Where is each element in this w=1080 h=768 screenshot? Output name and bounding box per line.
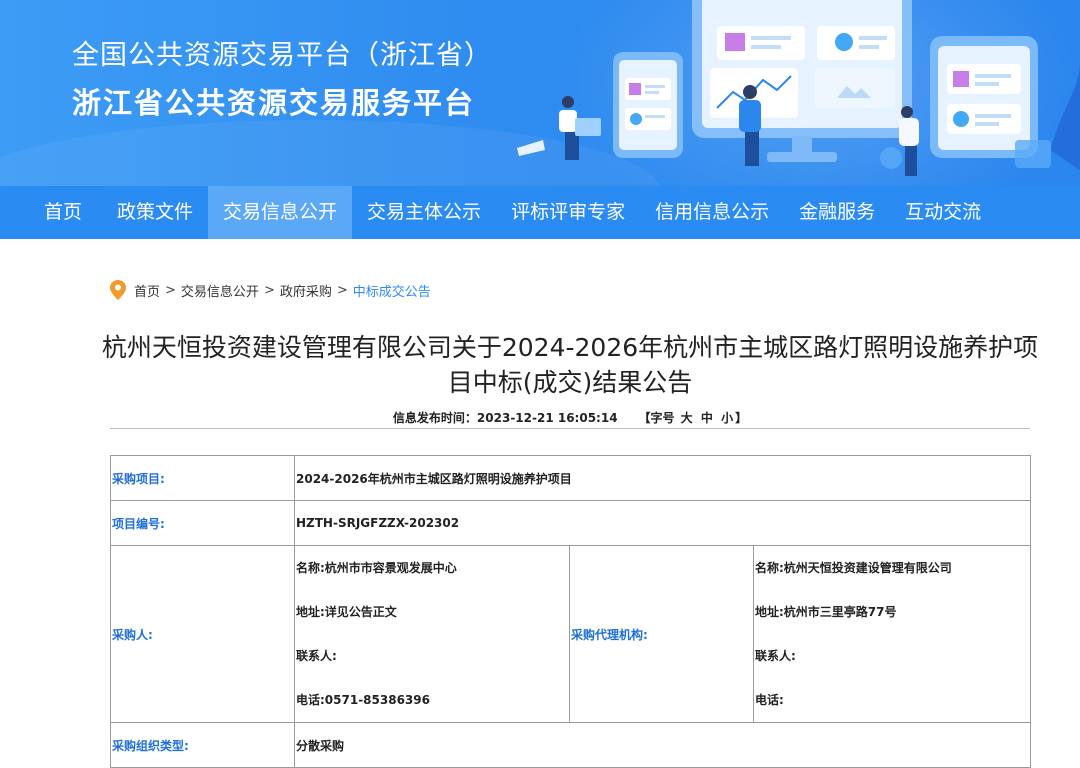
agency-label: 采购代理机构: [569, 545, 754, 723]
header-banner: 全国公共资源交易平台（浙江省） 浙江省公共资源交易服务平台 [0, 0, 1080, 186]
breadcrumb-separator: > [336, 282, 348, 298]
breadcrumb: 首页 > 交易信息公开 > 政府采购 > 中标成交公告 [110, 280, 431, 300]
font-size-small-button[interactable]: 小 [721, 411, 733, 425]
agency-address: 地址:杭州市三里亭路77号 [755, 605, 897, 619]
agency-phone: 电话: [755, 693, 784, 707]
site-title-provincial: 浙江省公共资源交易服务平台 [72, 86, 476, 120]
main-nav: 首页 政策文件 交易信息公开 交易主体公示 评标评审专家 信用信息公示 金融服务… [0, 186, 1080, 239]
table-row-project: 采购项目: 2024-2026年杭州市主城区路灯照明设施养护项目 [110, 455, 1031, 501]
org-type-label: 采购组织类型: [110, 722, 295, 768]
article-meta: 信息发布时间：2023-12-21 16:05:14 【字号 大 中 小】 [110, 409, 1030, 426]
location-pin-icon [110, 280, 126, 300]
font-size-medium-button[interactable]: 中 [701, 411, 713, 425]
nav-item-evaluation-experts[interactable]: 评标评审专家 [496, 186, 640, 239]
agency-details: 名称:杭州天恒投资建设管理有限公司 地址:杭州市三里亭路77号 联系人: 电话: [753, 545, 1031, 723]
purchaser-details: 名称:杭州市市容景观发展中心 地址:详见公告正文 联系人: 电话:0571-85… [294, 545, 570, 723]
table-row-parties: 采购人: 名称:杭州市市容景观发展中心 地址:详见公告正文 联系人: 电话:05… [110, 545, 1031, 723]
org-type-value: 分散采购 [294, 722, 1031, 768]
purchaser-contact: 联系人: [296, 649, 337, 663]
site-title-national: 全国公共资源交易平台（浙江省） [72, 40, 492, 71]
nav-item-transaction-subjects[interactable]: 交易主体公示 [352, 186, 496, 239]
purchaser-phone: 电话:0571-85386396 [296, 693, 430, 707]
breadcrumb-government-procurement[interactable]: 政府采购 [280, 281, 332, 300]
project-number-label: 项目编号: [110, 500, 295, 546]
agency-name: 名称:杭州天恒投资建设管理有限公司 [755, 561, 952, 575]
nav-item-credit-info[interactable]: 信用信息公示 [640, 186, 784, 239]
font-size-open: 【字号 [638, 411, 675, 425]
font-size-close: 】 [735, 411, 748, 425]
breadcrumb-home[interactable]: 首页 [134, 281, 160, 300]
nav-item-financial-services[interactable]: 金融服务 [784, 186, 890, 239]
project-number-value: HZTH-SRJGFZZX-202302 [294, 500, 1031, 546]
publish-time-label: 信息发布时间： [392, 411, 477, 425]
purchaser-address: 地址:详见公告正文 [296, 605, 397, 619]
breadcrumb-separator: > [165, 282, 176, 298]
title-divider [110, 428, 1030, 429]
font-size-large-button[interactable]: 大 [681, 411, 693, 425]
announcement-info-table: 采购项目: 2024-2026年杭州市主城区路灯照明设施养护项目 项目编号: H… [110, 455, 1031, 768]
nav-item-policy-documents[interactable]: 政策文件 [102, 186, 208, 239]
table-row-number: 项目编号: HZTH-SRJGFZZX-202302 [110, 500, 1031, 546]
breadcrumb-separator: > [263, 282, 275, 298]
person-left-figure [517, 96, 601, 160]
nav-item-home[interactable]: 首页 [0, 186, 102, 239]
agency-contact: 联系人: [755, 649, 796, 663]
nav-item-transaction-info[interactable]: 交易信息公开 [208, 186, 353, 239]
purchaser-label: 采购人: [110, 545, 295, 723]
publish-time: 2023-12-21 16:05:14 [476, 411, 618, 425]
nav-item-interaction[interactable]: 互动交流 [890, 186, 996, 239]
article-title: 杭州天恒投资建设管理有限公司关于2024-2026年杭州市主城区路灯照明设施养护… [101, 333, 1039, 397]
purchaser-name: 名称:杭州市市容景观发展中心 [296, 561, 457, 575]
breadcrumb-transaction-info[interactable]: 交易信息公开 [181, 281, 259, 300]
table-row-org-type: 采购组织类型: 分散采购 [110, 722, 1031, 768]
project-value: 2024-2026年杭州市主城区路灯照明设施养护项目 [294, 455, 1031, 501]
banner-illustration [517, 0, 1080, 176]
project-label: 采购项目: [110, 455, 295, 501]
breadcrumb-current[interactable]: 中标成交公告 [353, 281, 431, 300]
